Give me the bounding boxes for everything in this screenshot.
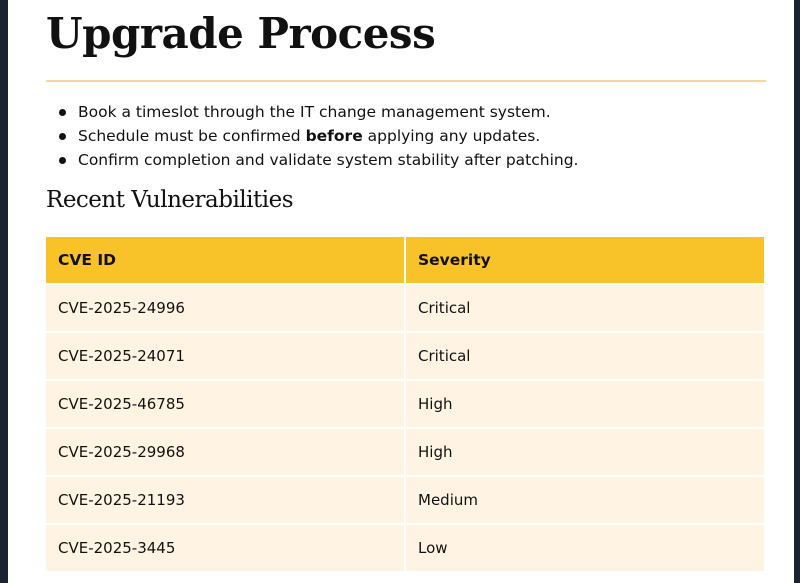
severity-cell: Medium	[406, 477, 764, 523]
section-heading: Recent Vulnerabilities	[46, 187, 294, 213]
cve-id-cell: CVE-2025-29968	[46, 429, 404, 475]
list-item: Confirm completion and validate system s…	[46, 148, 766, 172]
severity-cell: Low	[406, 525, 764, 571]
table-row: CVE-2025-24996 Critical	[46, 285, 764, 331]
severity-cell: High	[406, 429, 764, 475]
page-title: Upgrade Process	[46, 9, 436, 58]
bullet-icon	[59, 109, 66, 116]
table-header-row: CVE ID Severity	[46, 237, 764, 283]
bullet-icon	[59, 157, 66, 164]
severity-cell: High	[406, 381, 764, 427]
list-item: Schedule must be confirmed before applyi…	[46, 124, 766, 148]
table-row: CVE-2025-3445 Low	[46, 525, 764, 571]
table-row: CVE-2025-46785 High	[46, 381, 764, 427]
severity-cell: Critical	[406, 333, 764, 379]
cve-id-cell: CVE-2025-21193	[46, 477, 404, 523]
title-divider	[46, 80, 766, 82]
document-content: Upgrade Process Book a timeslot through …	[46, 0, 766, 573]
list-item-text: applying any updates.	[362, 127, 541, 145]
vulnerabilities-table: CVE ID Severity CVE-2025-24996 Critical …	[44, 235, 766, 573]
list-item-text: Schedule must be confirmed	[78, 127, 306, 145]
cve-id-cell: CVE-2025-24996	[46, 285, 404, 331]
list-item: Book a timeslot through the IT change ma…	[46, 100, 766, 124]
list-item-text: Book a timeslot through the IT change ma…	[78, 103, 551, 121]
cve-id-cell: CVE-2025-3445	[46, 525, 404, 571]
list-item-emphasis: before	[305, 127, 363, 145]
column-header-cve-id: CVE ID	[46, 237, 404, 283]
scrollbar-track[interactable]	[794, 0, 800, 583]
severity-cell: Critical	[406, 285, 764, 331]
window-frame-left	[0, 0, 8, 583]
table-row: CVE-2025-29968 High	[46, 429, 764, 475]
bullet-icon	[59, 133, 66, 140]
process-steps-list: Book a timeslot through the IT change ma…	[46, 100, 766, 172]
cve-id-cell: CVE-2025-46785	[46, 381, 404, 427]
column-header-severity: Severity	[406, 237, 764, 283]
table-row: CVE-2025-24071 Critical	[46, 333, 764, 379]
cve-id-cell: CVE-2025-24071	[46, 333, 404, 379]
list-item-text: Confirm completion and validate system s…	[78, 151, 579, 169]
table-row: CVE-2025-21193 Medium	[46, 477, 764, 523]
